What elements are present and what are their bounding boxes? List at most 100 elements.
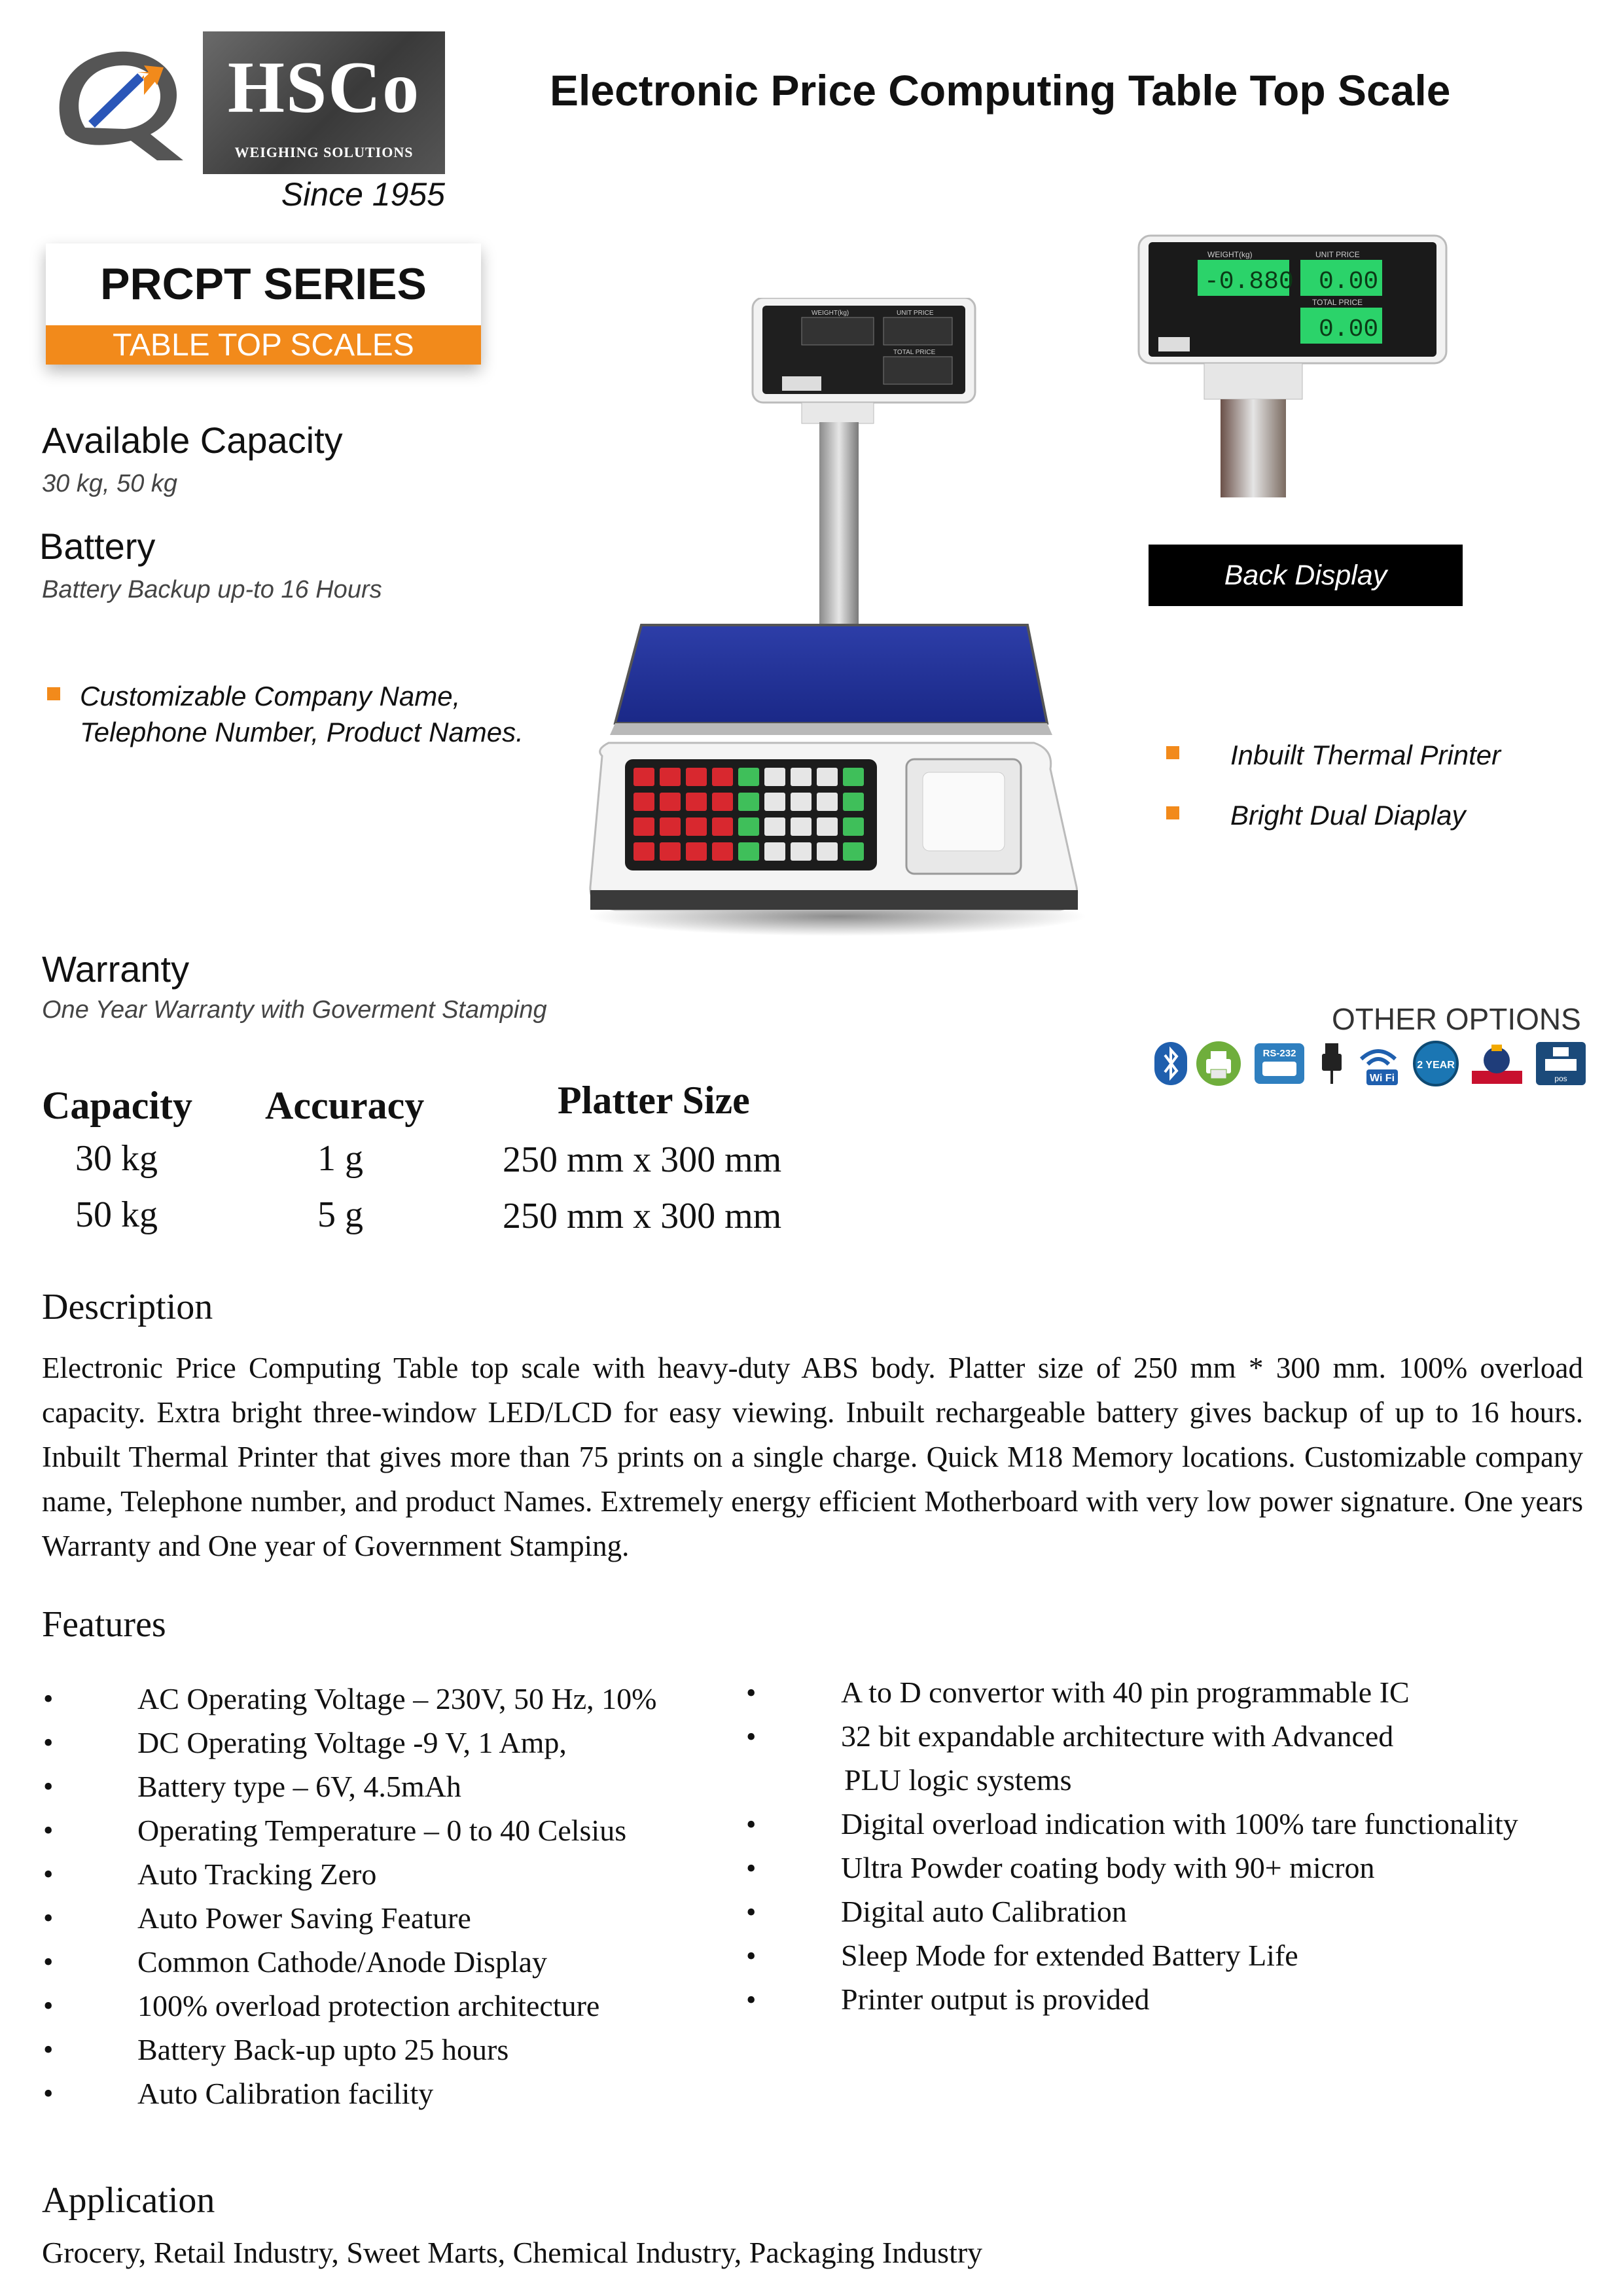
customization-line-1: Customizable Company Name, [80, 681, 461, 711]
feature-left-6: Auto Power Saving Feature [137, 1901, 471, 1935]
keypad-key [843, 817, 864, 836]
keypad-key [817, 842, 838, 861]
keypad-key [660, 768, 681, 786]
keypad-key [843, 842, 864, 861]
usb-icon [1322, 1043, 1342, 1084]
bullet-icon: • [746, 1852, 757, 1884]
back-weight-reading: -0.880 [1204, 268, 1294, 296]
other-options-label: OTHER OPTIONS [1332, 1002, 1581, 1036]
pos-label: pos [1554, 1074, 1567, 1083]
keypad-key [686, 793, 707, 811]
spec-row1-accuracy: 1 g [317, 1138, 363, 1179]
keypad-key [764, 817, 785, 836]
keypad-key [738, 768, 759, 786]
bullet-icon: • [746, 1677, 757, 1709]
two-year-warranty-icon: 2 YEAR [1413, 1041, 1459, 1086]
front-total-label: TOTAL PRICE [893, 349, 936, 356]
feature-right-1: A to D convertor with 40 pin programmabl… [841, 1676, 1410, 1709]
bullet-icon: • [43, 2077, 54, 2109]
keypad-key [764, 842, 785, 861]
keypad-key [817, 817, 838, 836]
highlight-1: Inbuilt Thermal Printer [1230, 740, 1501, 770]
back-unit-label: UNIT PRICE [1315, 250, 1360, 259]
warranty-value: One Year Warranty with Goverment Stampin… [42, 996, 547, 1024]
bullet-icon: • [746, 1984, 757, 2016]
feature-left-2: DC Operating Voltage -9 V, 1 Amp, [137, 1726, 567, 1759]
bullet-square-icon [47, 687, 60, 700]
page-title: Electronic Price Computing Table Top Sca… [550, 66, 1451, 115]
spec-row1-platter: 250 mm x 300 mm [503, 1139, 782, 1180]
features-heading: Features [42, 1604, 166, 1645]
keypad-key [843, 793, 864, 811]
description-text: Electronic Price Computing Table top sca… [42, 1352, 1583, 1562]
spec-header-platter: Platter Size [558, 1079, 750, 1122]
customization-line-2: Telephone Number, Product Names. [80, 717, 524, 747]
warranty-badge-label: 2 YEAR [1417, 1060, 1455, 1071]
keypad-key [791, 793, 812, 811]
capacity-value: 30 kg, 50 kg [42, 470, 178, 497]
keypad-key [660, 842, 681, 861]
keypad-key [686, 817, 707, 836]
scale-product-image: WEIGHT(kg) UNIT PRICE TOTAL PRICE [589, 298, 1086, 936]
keypad-key [791, 768, 812, 786]
spec-header-accuracy: Accuracy [265, 1084, 425, 1127]
keypad-key [791, 842, 812, 861]
logo-mark-icon [59, 51, 184, 160]
battery-value: Battery Backup up-to 16 Hours [42, 576, 382, 603]
back-total-reading: 0.00 [1319, 315, 1378, 344]
keypad-key [764, 768, 785, 786]
front-weight-label: WEIGHT(kg) [812, 310, 849, 317]
logo-tagline: WEIGHING SOLUTIONS [234, 144, 414, 160]
spec-row2-platter: 250 mm x 300 mm [503, 1196, 782, 1236]
bullet-icon: • [43, 1946, 54, 1978]
keypad-key [738, 817, 759, 836]
bullet-icon: • [746, 1940, 757, 1972]
printer-icon [1196, 1041, 1241, 1086]
feature-right-6: Sleep Mode for extended Battery Life [841, 1939, 1298, 1972]
keypad-key [712, 842, 733, 861]
wifi-icon: Wi Fi [1359, 1049, 1398, 1085]
rs232-icon: RS-232 [1255, 1043, 1304, 1084]
warranty-heading: Warranty [42, 948, 190, 990]
feature-left-8: 100% overload protection architecture [137, 1989, 600, 2022]
bullet-icon: • [746, 1896, 757, 1928]
keypad-key [738, 793, 759, 811]
bullet-icon: • [746, 1808, 757, 1840]
feature-left-3: Battery type – 6V, 4.5mAh [137, 1770, 461, 1803]
feature-right-2: 32 bit expandable architecture with Adva… [841, 1719, 1394, 1753]
feature-left-5: Auto Tracking Zero [137, 1857, 377, 1891]
bullet-icon: • [43, 1902, 54, 1934]
back-display-label: Back Display [1149, 545, 1463, 606]
feature-left-9: Battery Back-up upto 25 hours [137, 2033, 509, 2066]
keypad-key [712, 768, 733, 786]
spec-row1-capacity: 30 kg [75, 1138, 158, 1179]
spec-row2-capacity: 50 kg [75, 1194, 158, 1235]
series-name: PRCPT SERIES [100, 259, 427, 309]
back-display-image: WEIGHT(kg) UNIT PRICE TOTAL PRICE -0.880… [1137, 234, 1448, 497]
feature-right-4: Ultra Powder coating body with 90+ micro… [841, 1851, 1375, 1884]
bullet-icon: • [43, 2034, 54, 2066]
spec-row2-accuracy: 5 g [317, 1194, 363, 1235]
bullet-icon: • [43, 1814, 54, 1846]
keypad-key [686, 768, 707, 786]
since-year: Since 1955 [281, 176, 445, 213]
feature-right-2-continuation: PLU logic systems [844, 1763, 1072, 1797]
feature-right-5: Digital auto Calibration [841, 1895, 1127, 1928]
feature-left-1: AC Operating Voltage – 230V, 50 Hz, 10% [137, 1682, 657, 1715]
bullet-icon: • [43, 1858, 54, 1890]
keypad-key [633, 768, 654, 786]
front-unit-label: UNIT PRICE [897, 310, 934, 317]
keypad-key [633, 793, 654, 811]
spec-header-capacity: Capacity [42, 1084, 192, 1127]
feature-left-10: Auto Calibration facility [137, 2077, 434, 2110]
keypad-key [712, 817, 733, 836]
bullet-icon: • [43, 1770, 54, 1803]
bluetooth-icon [1154, 1042, 1187, 1085]
rs232-label: RS-232 [1263, 1048, 1296, 1059]
keypad-key [633, 817, 654, 836]
keypad-key [633, 842, 654, 861]
capacity-heading: Available Capacity [42, 420, 343, 461]
keypad-key [817, 768, 838, 786]
keypad-key [738, 842, 759, 861]
series-subtitle: TABLE TOP SCALES [113, 328, 414, 363]
